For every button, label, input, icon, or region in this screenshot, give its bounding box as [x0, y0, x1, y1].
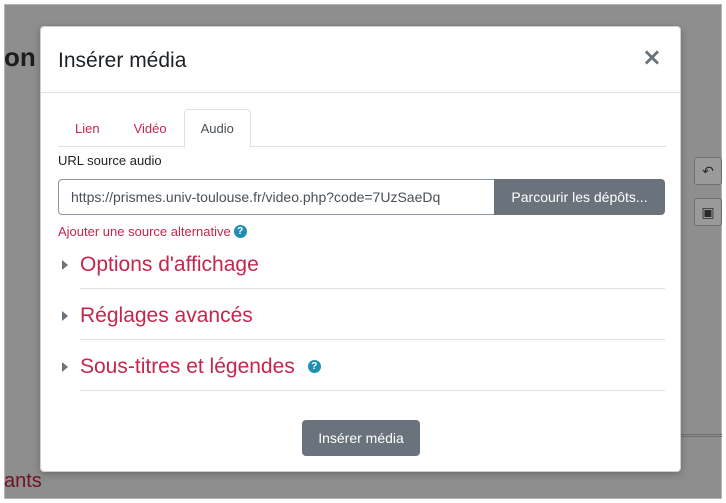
section-divider — [80, 390, 665, 391]
insert-media-button[interactable]: Insérer média — [302, 420, 420, 456]
audio-url-input[interactable] — [58, 179, 494, 215]
section-subtitles-captions[interactable]: Sous-titres et légendes ? — [58, 341, 665, 392]
question-circle-icon[interactable]: ? — [307, 360, 321, 373]
browse-repositories-button[interactable]: Parcourir les dépôts... — [494, 179, 665, 215]
caret-right-icon — [62, 310, 68, 321]
section-display-options-label: Options d'affichage — [80, 252, 259, 276]
modal-title: Insérer média — [58, 49, 187, 72]
caret-right-icon — [62, 361, 68, 372]
background-bottom-text: ants — [4, 470, 42, 492]
section-display-options[interactable]: Options d'affichage — [58, 239, 665, 290]
question-circle-icon[interactable]: ? — [233, 225, 247, 238]
tab-audio[interactable]: Audio — [183, 109, 251, 148]
audio-url-group: Parcourir les dépôts... — [58, 179, 665, 215]
add-alternative-source-link[interactable]: Ajouter une source alternative ? — [58, 224, 247, 239]
section-subtitles-captions-label: Sous-titres et légendes — [80, 354, 295, 378]
caret-right-icon — [62, 259, 68, 270]
media-icon: ▣ — [694, 198, 722, 226]
section-divider — [80, 288, 665, 289]
insert-media-dialog: Insérer média × Lien Vidéo Audio URL sou… — [40, 26, 681, 472]
modal-header: Insérer média × — [41, 27, 680, 93]
section-advanced-settings-label: Réglages avancés — [80, 303, 253, 327]
background-heading: on — [4, 42, 36, 72]
tab-link[interactable]: Lien — [58, 109, 117, 147]
close-icon[interactable]: × — [642, 43, 662, 71]
media-type-tabs: Lien Vidéo Audio — [58, 109, 666, 148]
tab-video[interactable]: Vidéo — [117, 109, 184, 147]
background-editor-panel — [680, 155, 722, 435]
section-advanced-settings[interactable]: Réglages avancés — [58, 290, 665, 341]
add-alternative-source-label: Ajouter une source alternative — [58, 224, 231, 239]
section-divider — [80, 339, 665, 340]
undo-icon: ↶ — [694, 157, 722, 185]
audio-url-label: URL source audio — [58, 153, 162, 168]
